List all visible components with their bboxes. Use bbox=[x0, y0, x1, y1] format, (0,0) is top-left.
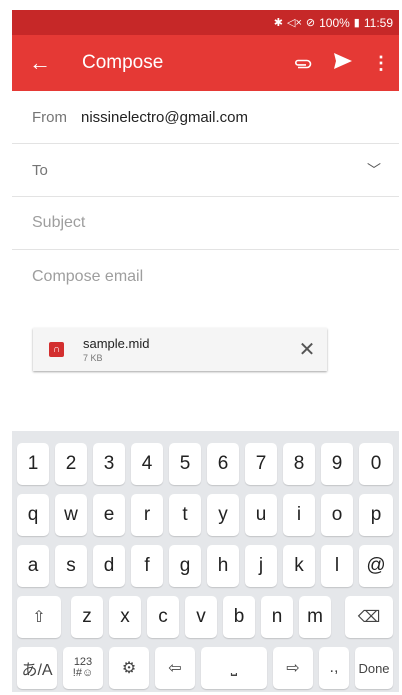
key-p[interactable]: p bbox=[359, 494, 393, 536]
key-a[interactable]: a bbox=[17, 545, 49, 587]
subject-field[interactable]: Subject bbox=[12, 197, 399, 250]
send-button[interactable] bbox=[323, 52, 363, 75]
soft-keyboard: 1 2 3 4 5 6 7 8 9 0 q w e r t y u i o p … bbox=[12, 431, 399, 692]
key-m[interactable]: m bbox=[299, 596, 331, 638]
key-8[interactable]: 8 bbox=[283, 443, 315, 485]
key-3[interactable]: 3 bbox=[93, 443, 125, 485]
key-e[interactable]: e bbox=[93, 494, 125, 536]
keyboard-row-numbers: 1 2 3 4 5 6 7 8 9 0 bbox=[12, 438, 399, 490]
backspace-icon: ⌫ bbox=[357, 609, 381, 626]
cursor-right-key[interactable]: ⇨ bbox=[273, 647, 313, 689]
key-1[interactable]: 1 bbox=[17, 443, 49, 485]
done-label: Done bbox=[358, 660, 390, 676]
key-4[interactable]: 4 bbox=[131, 443, 163, 485]
from-label: From bbox=[32, 108, 67, 126]
body-input[interactable]: Compose email bbox=[12, 250, 399, 316]
key-7[interactable]: 7 bbox=[245, 443, 277, 485]
close-icon: ✕ bbox=[298, 339, 316, 361]
cursor-left-key[interactable]: ⇦ bbox=[155, 647, 195, 689]
done-key[interactable]: Done bbox=[355, 647, 393, 689]
key-r[interactable]: r bbox=[131, 494, 163, 536]
attachment-name: sample.mid bbox=[83, 336, 150, 351]
key-f[interactable]: f bbox=[131, 545, 163, 587]
arrow-left-icon: ⇦ bbox=[168, 660, 182, 677]
key-5[interactable]: 5 bbox=[169, 443, 201, 485]
key-z[interactable]: z bbox=[71, 596, 103, 638]
punctuation-label: ., bbox=[329, 659, 339, 676]
key-v[interactable]: v bbox=[185, 596, 217, 638]
battery-level: 100% bbox=[319, 15, 350, 30]
symbols-key[interactable]: 123 !#☺ bbox=[63, 647, 103, 689]
clock: 11:59 bbox=[363, 15, 393, 30]
mute-icon: ◁× bbox=[286, 17, 302, 29]
settings-key[interactable]: ⚙ bbox=[109, 647, 149, 689]
key-w[interactable]: w bbox=[55, 494, 87, 536]
key-g[interactable]: g bbox=[169, 545, 201, 587]
key-at[interactable]: @ bbox=[359, 545, 393, 587]
key-u[interactable]: u bbox=[245, 494, 277, 536]
more-vert-icon: ⋮ bbox=[372, 52, 390, 73]
to-label: To bbox=[32, 161, 48, 179]
key-o[interactable]: o bbox=[321, 494, 353, 536]
space-key[interactable]: ⎵ bbox=[201, 647, 267, 689]
keyboard-row-bottom: あ/A 123 !#☺ ⚙ ⇦ ⎵ ⇨ ., Done bbox=[12, 642, 399, 692]
attach-button[interactable] bbox=[283, 53, 323, 74]
status-bar: ✱ ◁× ⊘ 100% ▮ 11:59 bbox=[12, 10, 399, 35]
key-k[interactable]: k bbox=[283, 545, 315, 587]
key-t[interactable]: t bbox=[169, 494, 201, 536]
symbols-label: 123 !#☺ bbox=[72, 656, 94, 679]
key-q[interactable]: q bbox=[17, 494, 49, 536]
backspace-key[interactable]: ⌫ bbox=[345, 596, 393, 638]
keyboard-row-asdf: a s d f g h j k l @ bbox=[12, 540, 399, 592]
back-button[interactable]: ← bbox=[12, 50, 68, 76]
key-x[interactable]: x bbox=[109, 596, 141, 638]
language-label: あ/A bbox=[21, 662, 53, 679]
key-2[interactable]: 2 bbox=[55, 443, 87, 485]
space-icon: ⎵ bbox=[230, 659, 238, 676]
remove-attachment-button[interactable]: ✕ bbox=[287, 337, 327, 362]
attachment-chip[interactable]: ∩ sample.mid 7 KB ✕ bbox=[33, 328, 327, 371]
shift-icon: ⇧ bbox=[32, 609, 46, 626]
key-6[interactable]: 6 bbox=[207, 443, 239, 485]
from-value: nissinelectro@gmail.com bbox=[81, 108, 248, 126]
language-key[interactable]: あ/A bbox=[17, 647, 57, 689]
audio-file-icon: ∩ bbox=[49, 342, 64, 357]
key-n[interactable]: n bbox=[261, 596, 293, 638]
app-toolbar: ← Compose ⋮ bbox=[12, 35, 399, 91]
key-b[interactable]: b bbox=[223, 596, 255, 638]
page-title: Compose bbox=[82, 52, 164, 73]
punctuation-key[interactable]: ., bbox=[319, 647, 349, 689]
key-y[interactable]: y bbox=[207, 494, 239, 536]
keyboard-row-zxcv: ⇧ z x c v b n m ⌫ bbox=[12, 591, 399, 643]
battery-icon: ▮ bbox=[353, 17, 360, 29]
key-c[interactable]: c bbox=[147, 596, 179, 638]
key-d[interactable]: d bbox=[93, 545, 125, 587]
key-9[interactable]: 9 bbox=[321, 443, 353, 485]
key-j[interactable]: j bbox=[245, 545, 277, 587]
key-i[interactable]: i bbox=[283, 494, 315, 536]
key-l[interactable]: l bbox=[321, 545, 353, 587]
key-s[interactable]: s bbox=[55, 545, 87, 587]
more-options-button[interactable]: ⋮ bbox=[363, 53, 399, 74]
to-field[interactable]: To ﹀ bbox=[12, 144, 399, 197]
keyboard-row-qwerty: q w e r t y u i o p bbox=[12, 489, 399, 541]
send-icon bbox=[334, 52, 352, 69]
blocked-icon: ⊘ bbox=[305, 17, 316, 29]
chevron-down-icon[interactable]: ﹀ bbox=[367, 160, 381, 180]
from-field[interactable]: From nissinelectro@gmail.com bbox=[12, 91, 399, 144]
shift-key[interactable]: ⇧ bbox=[17, 596, 61, 638]
body-placeholder: Compose email bbox=[32, 268, 144, 285]
compose-screen: ✱ ◁× ⊘ 100% ▮ 11:59 ← Compose ⋮ From nis… bbox=[12, 10, 399, 692]
arrow-back-icon: ← bbox=[29, 50, 51, 75]
attachment-size: 7 KB bbox=[83, 353, 103, 363]
key-0[interactable]: 0 bbox=[359, 443, 393, 485]
gear-icon: ⚙ bbox=[121, 660, 137, 677]
key-h[interactable]: h bbox=[207, 545, 239, 587]
bluetooth-icon: ✱ bbox=[273, 17, 283, 29]
subject-placeholder: Subject bbox=[32, 214, 86, 231]
paperclip-icon bbox=[295, 59, 312, 68]
arrow-right-icon: ⇨ bbox=[286, 660, 300, 677]
